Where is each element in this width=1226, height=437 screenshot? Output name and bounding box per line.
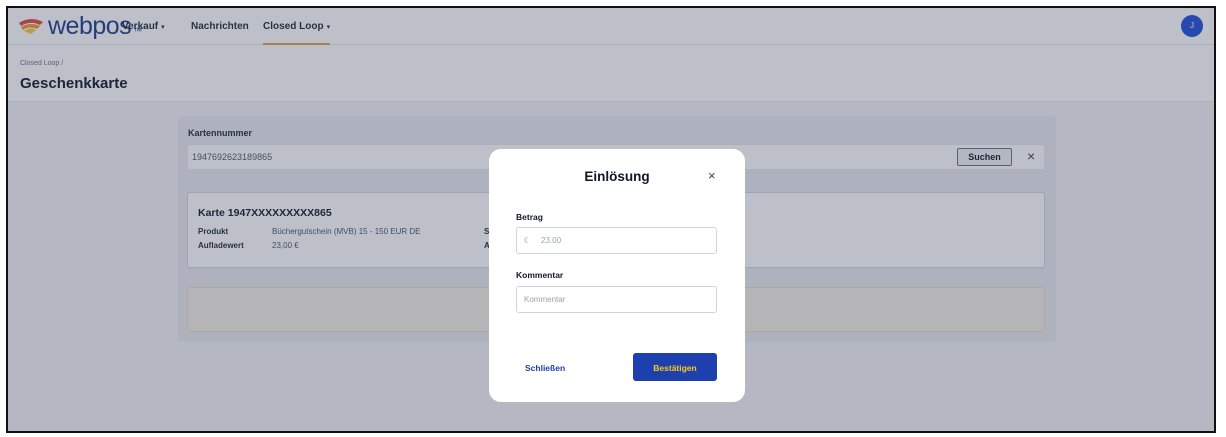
- app-window: webpos ™ Verkauf ▾ Nachrichten Closed Loo…: [6, 6, 1216, 433]
- close-button[interactable]: Schließen: [525, 363, 565, 373]
- comment-input[interactable]: Kommentar: [516, 286, 717, 313]
- amount-label: Betrag: [516, 212, 543, 222]
- amount-input[interactable]: € 23.00: [516, 227, 717, 254]
- confirm-button-label: Bestätigen: [653, 363, 697, 373]
- redemption-dialog: Einlösung × Betrag € 23.00 Kommentar Kom…: [489, 149, 745, 402]
- comment-label: Kommentar: [516, 270, 564, 280]
- amount-value: 23.00: [541, 236, 562, 245]
- comment-placeholder: Kommentar: [524, 295, 566, 304]
- dialog-title: Einlösung: [584, 169, 650, 184]
- confirm-button[interactable]: Bestätigen: [633, 353, 717, 381]
- euro-icon: €: [524, 236, 529, 245]
- close-icon[interactable]: ×: [708, 168, 716, 183]
